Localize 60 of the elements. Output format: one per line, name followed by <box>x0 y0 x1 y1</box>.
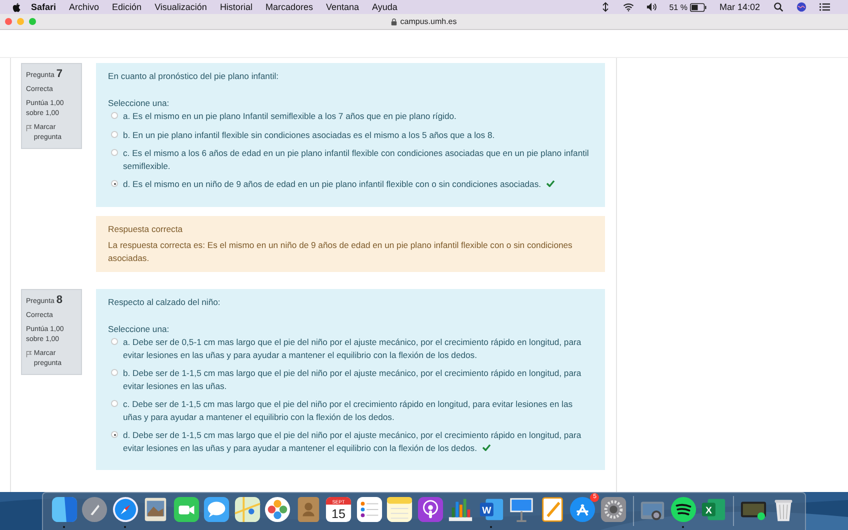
answer-option: b. En un pie plano infantil flexible sin condiciones asociadas es el mismo a los 5 años que a los 8. <box>123 128 593 141</box>
answer-option: d. Debe ser de 1-1,5 cm mas largo que el pie del niño por el ajuste mecánico, por el crecimiento rápido en longitud, para evitar lesiones en las uñas y para ayudar a mantener el equilibrio con la flexión de los dedos. <box>123 429 593 454</box>
question-text: Respecto al calzado del niño: <box>108 296 222 308</box>
lock-icon <box>391 18 398 26</box>
answer-option: d. Es el mismo en un niño de 9 años de edad en un pie plano infantil flexible con o sin condiciones asociadas. <box>123 178 593 190</box>
app-menu[interactable]: Safari <box>31 2 56 12</box>
checklist-icon[interactable] <box>356 496 383 523</box>
notepad-icon[interactable] <box>386 496 414 523</box>
feedback-title: Respuesta correcta <box>108 222 184 235</box>
radio-button[interactable] <box>111 180 118 187</box>
radio-button[interactable] <box>111 369 118 376</box>
answer-option: c. Es el mismo a los 6 años de edad en un pie plano infantil flexible con condiciones asociadas que en un pie plano infantil semiflexible. <box>123 147 593 172</box>
list-icon[interactable] <box>819 2 830 12</box>
lectern-icon[interactable] <box>508 496 536 523</box>
radio-button[interactable] <box>111 130 118 138</box>
radio-button[interactable] <box>111 338 118 345</box>
answer-option: c. Debe ser de 1-1,5 cm mas largo que el pie del niño por el crecimiento rápido en longitud, para evitar lesiones en las uñas y para ayudar a mantener el equilibrio con la flexión de los dedos. <box>123 398 593 423</box>
menu-item[interactable]: Archivo <box>69 2 100 12</box>
radio-button[interactable] <box>111 431 118 438</box>
search-icon[interactable] <box>773 2 784 12</box>
answer-option: a. Es el mismo en un pie plano Infantil semiflexible a los 7 años que en pie plano rígido. <box>123 110 593 122</box>
bar-chart-icon[interactable] <box>447 496 474 523</box>
flag-icon[interactable] <box>26 350 32 358</box>
menu-item[interactable]: Marcadores <box>265 2 313 12</box>
wifi-icon[interactable] <box>623 2 634 12</box>
excel-glyph: X <box>706 505 712 516</box>
battery-icon[interactable] <box>690 2 708 12</box>
feedback-text: La respuesta correcta es: Es el mismo en un niño de 9 años de edad en un pie plano infantil flexible con o sin condiciones asociadas. <box>108 239 574 264</box>
answer-option: a. Debe ser de 0,5-1 cm mas largo que el pie del niño por el ajuste mecánico, por el crecimiento rápido en longitud, para evitar lesiones en las uñas y para ayudar a mantener el equilibrio con la flexión de los dedos. <box>123 336 593 361</box>
menu-item[interactable]: Historial <box>220 2 252 12</box>
menu-item[interactable]: Visualización <box>154 2 207 12</box>
instruction-text: Seleccione una: <box>108 322 170 335</box>
radio-button[interactable] <box>111 112 118 119</box>
menu-item[interactable]: Edición <box>112 2 142 12</box>
check-icon <box>546 180 556 187</box>
gear-icon[interactable] <box>600 496 627 523</box>
answer-option: b. Debe ser de 1-1,5 cm mas largo que el pie del niño por el ajuste mecánico, por el crecimiento rápido en longitud, para evitar lesiones en las uñas. <box>123 367 593 392</box>
flower-icon[interactable] <box>264 496 292 523</box>
check-icon <box>482 444 491 450</box>
instruction-text: Seleccione una: <box>108 96 170 109</box>
volume-icon[interactable] <box>646 2 658 12</box>
compass-icon[interactable] <box>112 496 139 523</box>
radio-button[interactable] <box>111 149 118 156</box>
flag-icon[interactable] <box>26 124 32 132</box>
map-icon[interactable] <box>234 496 261 523</box>
radio-button[interactable] <box>111 400 118 407</box>
address-text[interactable]: campus.umh.es <box>400 17 457 26</box>
battery-percentage: 51 % <box>669 2 688 12</box>
calendar-day: 15 <box>332 507 346 522</box>
clock[interactable]: Mar 14:02 <box>719 2 760 12</box>
siri-icon[interactable] <box>796 2 807 12</box>
spotify-icon[interactable] <box>670 496 697 523</box>
word-glyph: W <box>482 505 491 516</box>
apple-icon[interactable] <box>12 2 21 12</box>
video-camera-icon[interactable] <box>172 496 200 523</box>
menu-item[interactable]: Ventana <box>326 2 360 12</box>
question-text: En cuanto al pronóstico del pie plano infantil: <box>108 70 280 82</box>
menu-item[interactable]: Ayuda <box>372 2 398 12</box>
podcast-icon[interactable] <box>416 496 444 523</box>
speech-bubble-icon[interactable] <box>203 496 230 523</box>
